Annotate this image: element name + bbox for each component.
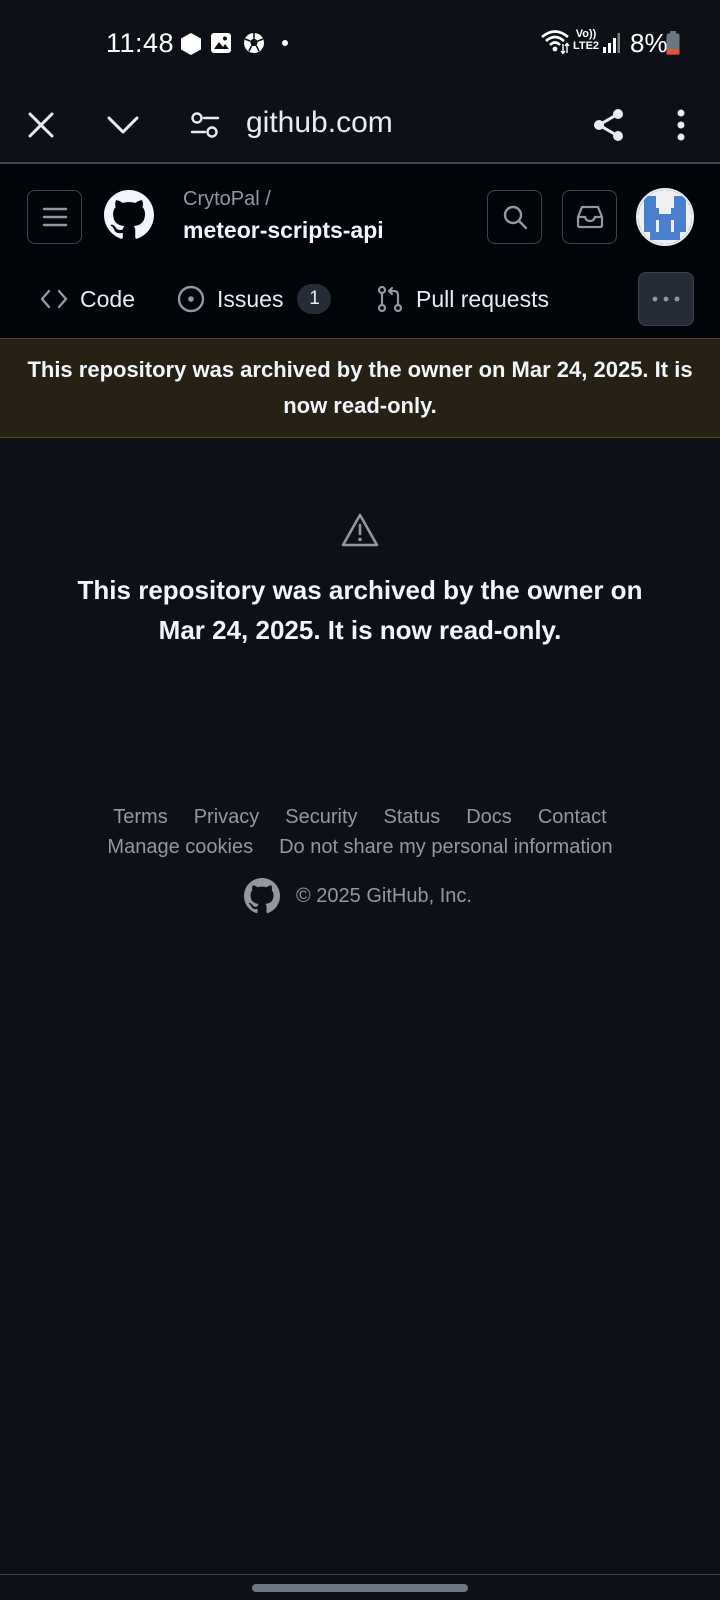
tab-pull-requests[interactable]: Pull requests bbox=[376, 270, 549, 328]
footer-link-security[interactable]: Security bbox=[285, 806, 357, 829]
tab-code[interactable]: Code bbox=[40, 270, 135, 328]
footer-links-row-2: Manage cookies Do not share my personal … bbox=[0, 836, 720, 859]
close-tab-button[interactable] bbox=[16, 100, 66, 150]
chevron-down-icon bbox=[107, 115, 139, 135]
issues-counter: 1 bbox=[297, 284, 332, 314]
github-footer-logo-icon[interactable] bbox=[244, 878, 280, 914]
issue-opened-icon bbox=[177, 285, 205, 313]
avatar[interactable] bbox=[636, 188, 694, 246]
hexagon-icon bbox=[180, 32, 202, 56]
footer-links-row-1: Terms Privacy Security Status Docs Conta… bbox=[0, 806, 720, 829]
footer-link-do-not-share[interactable]: Do not share my personal information bbox=[279, 836, 613, 859]
kebab-horizontal-icon bbox=[652, 296, 680, 302]
footer-link-contact[interactable]: Contact bbox=[538, 806, 607, 829]
site-settings-icon bbox=[190, 112, 220, 138]
signal-icon bbox=[602, 32, 620, 54]
footer-link-docs[interactable]: Docs bbox=[466, 806, 512, 829]
more-vertical-icon bbox=[677, 109, 685, 141]
tab-issues[interactable]: Issues 1 bbox=[177, 270, 332, 328]
repo-owner-link[interactable]: CrytoPal / bbox=[183, 188, 271, 211]
minimize-button[interactable] bbox=[98, 100, 148, 150]
footer-link-privacy[interactable]: Privacy bbox=[194, 806, 260, 829]
footer-copyright: © 2025 GitHub, Inc. bbox=[244, 878, 472, 914]
tab-label: Issues bbox=[217, 285, 284, 312]
browser-menu-button[interactable] bbox=[656, 100, 706, 150]
inbox-button[interactable] bbox=[562, 190, 617, 244]
archived-banner: This repository was archived by the owne… bbox=[0, 338, 720, 438]
image-icon bbox=[210, 32, 232, 54]
github-logo-icon[interactable] bbox=[104, 190, 154, 240]
inbox-icon bbox=[576, 205, 604, 229]
browser-toolbar: github.com bbox=[0, 86, 720, 164]
gesture-handle[interactable] bbox=[252, 1584, 468, 1592]
network-label: Vo)) LTE2 bbox=[572, 28, 600, 52]
more-notifications-dot bbox=[282, 40, 288, 46]
search-button[interactable] bbox=[487, 190, 542, 244]
nav-divider bbox=[0, 1574, 720, 1575]
share-button[interactable] bbox=[584, 100, 634, 150]
site-settings-button[interactable] bbox=[180, 100, 230, 150]
close-icon bbox=[27, 111, 55, 139]
battery-percent: 8% bbox=[630, 28, 668, 58]
footer-link-terms[interactable]: Terms bbox=[113, 806, 167, 829]
soccer-ball-icon bbox=[243, 32, 265, 54]
copyright-text: © 2025 GitHub, Inc. bbox=[296, 884, 472, 907]
tab-label: Code bbox=[80, 285, 135, 312]
code-icon bbox=[40, 288, 68, 310]
footer-link-manage-cookies[interactable]: Manage cookies bbox=[107, 836, 253, 859]
network-label-top: Vo)) bbox=[575, 28, 597, 40]
git-pull-request-icon bbox=[376, 285, 404, 313]
status-bar: 11:48 Vo)) LTE2 8% bbox=[0, 0, 720, 86]
url-text[interactable]: github.com bbox=[246, 98, 393, 148]
status-time: 11:48 bbox=[106, 28, 175, 58]
archived-banner-text: This repository was archived by the owne… bbox=[27, 357, 693, 418]
wifi-icon bbox=[540, 28, 570, 54]
repo-tabs: Code Issues 1 Pull requests bbox=[0, 270, 720, 338]
github-header: CrytoPal / meteor-scripts-api Code Issue… bbox=[0, 164, 720, 338]
battery-icon bbox=[666, 31, 680, 55]
hamburger-icon bbox=[42, 206, 68, 228]
tab-label: Pull requests bbox=[416, 285, 549, 312]
more-tabs-button[interactable] bbox=[638, 272, 694, 326]
repo-name-link[interactable]: meteor-scripts-api bbox=[183, 217, 384, 244]
share-icon bbox=[592, 108, 626, 142]
search-icon bbox=[502, 204, 528, 230]
archived-message: This repository was archived by the owne… bbox=[77, 575, 643, 645]
hamburger-menu-button[interactable] bbox=[27, 190, 82, 244]
alert-icon bbox=[340, 512, 380, 548]
footer-link-status[interactable]: Status bbox=[384, 806, 441, 829]
network-label-bottom: LTE2 bbox=[572, 40, 600, 52]
